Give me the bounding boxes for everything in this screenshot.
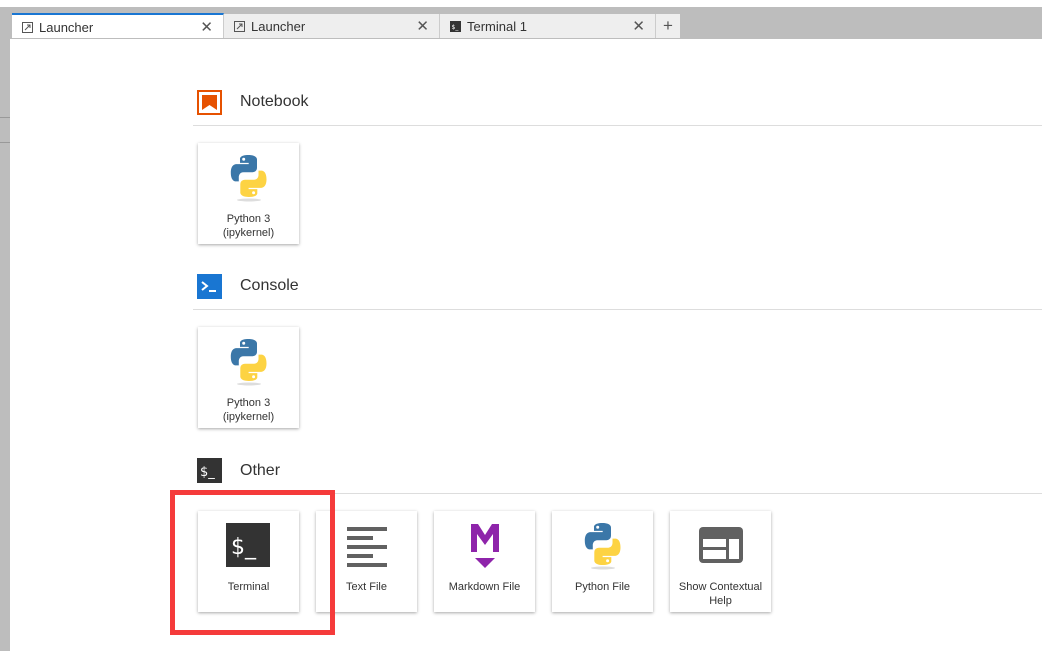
python-icon bbox=[224, 152, 274, 202]
new-tab-button[interactable]: + bbox=[656, 14, 680, 39]
tab-launcher-1[interactable]: Launcher ✕ bbox=[12, 13, 224, 39]
section-divider bbox=[193, 125, 1042, 126]
contextual-help-icon bbox=[699, 527, 743, 563]
tab-label: Launcher bbox=[39, 19, 94, 35]
section-title-notebook: Notebook bbox=[240, 93, 309, 110]
markdown-file-card[interactable]: Markdown File bbox=[434, 511, 535, 612]
card-sublabel: (ipykernel) bbox=[222, 227, 275, 239]
launcher-icon bbox=[22, 21, 33, 33]
python-file-card[interactable]: Python File bbox=[552, 511, 653, 612]
launcher-icon bbox=[234, 21, 245, 32]
card-sublabel: Help bbox=[709, 595, 732, 607]
svg-text:$_: $_ bbox=[452, 24, 460, 31]
terminal-icon: $_ bbox=[450, 21, 461, 32]
close-icon[interactable]: ✕ bbox=[632, 17, 645, 35]
left-sidebar-edge bbox=[0, 7, 10, 651]
close-icon[interactable]: ✕ bbox=[416, 17, 429, 35]
python-icon bbox=[578, 520, 628, 570]
card-label: Python File bbox=[574, 581, 631, 593]
console-python3-card[interactable]: Python 3 (ipykernel) bbox=[198, 327, 299, 428]
close-icon[interactable]: ✕ bbox=[200, 18, 213, 36]
tab-label: Terminal 1 bbox=[467, 19, 527, 34]
card-label: Python 3 bbox=[226, 397, 271, 409]
card-sublabel: (ipykernel) bbox=[222, 411, 275, 423]
terminal-highlight-box bbox=[170, 490, 335, 635]
section-title-other: Other bbox=[240, 462, 281, 479]
section-title-console: Console bbox=[240, 277, 299, 294]
tab-label: Launcher bbox=[251, 19, 306, 34]
card-label: Markdown File bbox=[448, 581, 521, 593]
notebook-icon bbox=[197, 90, 222, 115]
terminal-icon: $_ bbox=[197, 458, 222, 483]
tab-divider bbox=[10, 38, 1042, 39]
card-label: Show Contextual bbox=[678, 581, 763, 593]
section-divider bbox=[193, 309, 1042, 310]
svg-text:$_: $_ bbox=[200, 465, 215, 480]
card-label: Python 3 bbox=[226, 213, 271, 225]
markdown-icon bbox=[471, 524, 499, 568]
contextual-help-card[interactable]: Show Contextual Help bbox=[670, 511, 771, 612]
tab-bar: Launcher ✕ Launcher ✕ $_ Terminal 1 ✕ + bbox=[10, 7, 1042, 39]
notebook-python3-card[interactable]: Python 3 (ipykernel) bbox=[198, 143, 299, 244]
text-file-icon bbox=[347, 527, 387, 567]
tab-launcher-2[interactable]: Launcher ✕ bbox=[224, 14, 440, 39]
tab-terminal-1[interactable]: $_ Terminal 1 ✕ bbox=[440, 14, 656, 39]
console-icon bbox=[197, 274, 222, 299]
python-icon bbox=[224, 336, 274, 386]
